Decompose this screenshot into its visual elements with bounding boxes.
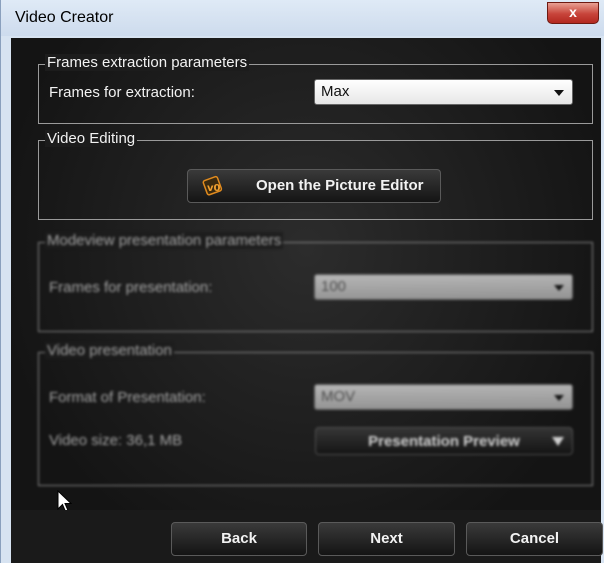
frames-extraction-select[interactable]: Max [314,79,573,105]
back-button-label: Back [221,530,257,547]
modeview-group: Modeview presentation parameters Frames … [38,232,593,332]
window-title: Video Creator [15,9,114,26]
video-presentation-legend: Video presentation [45,342,174,359]
frames-presentation-label: Frames for presentation: [49,279,213,296]
footer-bar: Back Next Cancel [11,510,603,563]
chevron-down-icon [552,437,564,446]
video-presentation-group: Video presentation Format of Presentatio… [38,342,593,486]
frames-presentation-value: 100 [321,278,347,295]
modeview-legend: Modeview presentation parameters [45,232,284,249]
video-creator-window: Video Creator x Frames extraction parame… [0,0,604,563]
presentation-preview-label: Presentation Preview [368,433,520,450]
format-presentation-select[interactable]: MOV [314,384,573,410]
back-button[interactable]: Back [171,522,307,556]
cancel-button[interactable]: Cancel [466,522,603,556]
dialog-body: Frames extraction parameters Frames for … [11,38,603,563]
frames-extraction-value: Max [321,83,350,100]
picture-editor-icon: v0 [202,175,224,197]
open-picture-editor-button[interactable]: v0 Open the Picture Editor [187,169,441,203]
format-presentation-label: Format of Presentation: [49,389,206,406]
title-bar: Video Creator x [1,0,604,36]
presentation-preview-button[interactable]: Presentation Preview [315,427,573,455]
frames-extraction-group: Frames extraction parameters Frames for … [38,54,593,124]
chevron-down-icon [554,90,564,96]
format-presentation-value: MOV [321,388,356,405]
video-editing-legend: Video Editing [45,130,138,147]
video-size-label: Video size: 36,1 MB [49,432,183,449]
chevron-down-icon [554,395,564,401]
close-button[interactable]: x [547,2,599,24]
next-button-label: Next [370,530,403,547]
cancel-button-label: Cancel [509,530,560,547]
frames-presentation-select[interactable]: 100 [314,274,573,300]
open-picture-editor-label: Open the Picture Editor [256,177,424,194]
video-editing-group: Video Editing v0 Open the Picture Editor [38,130,593,220]
svg-text:v0: v0 [207,183,221,194]
frames-extraction-label: Frames for extraction: [49,84,195,101]
frames-extraction-legend: Frames extraction parameters [45,54,250,71]
next-button[interactable]: Next [318,522,455,556]
chevron-down-icon [554,285,564,291]
